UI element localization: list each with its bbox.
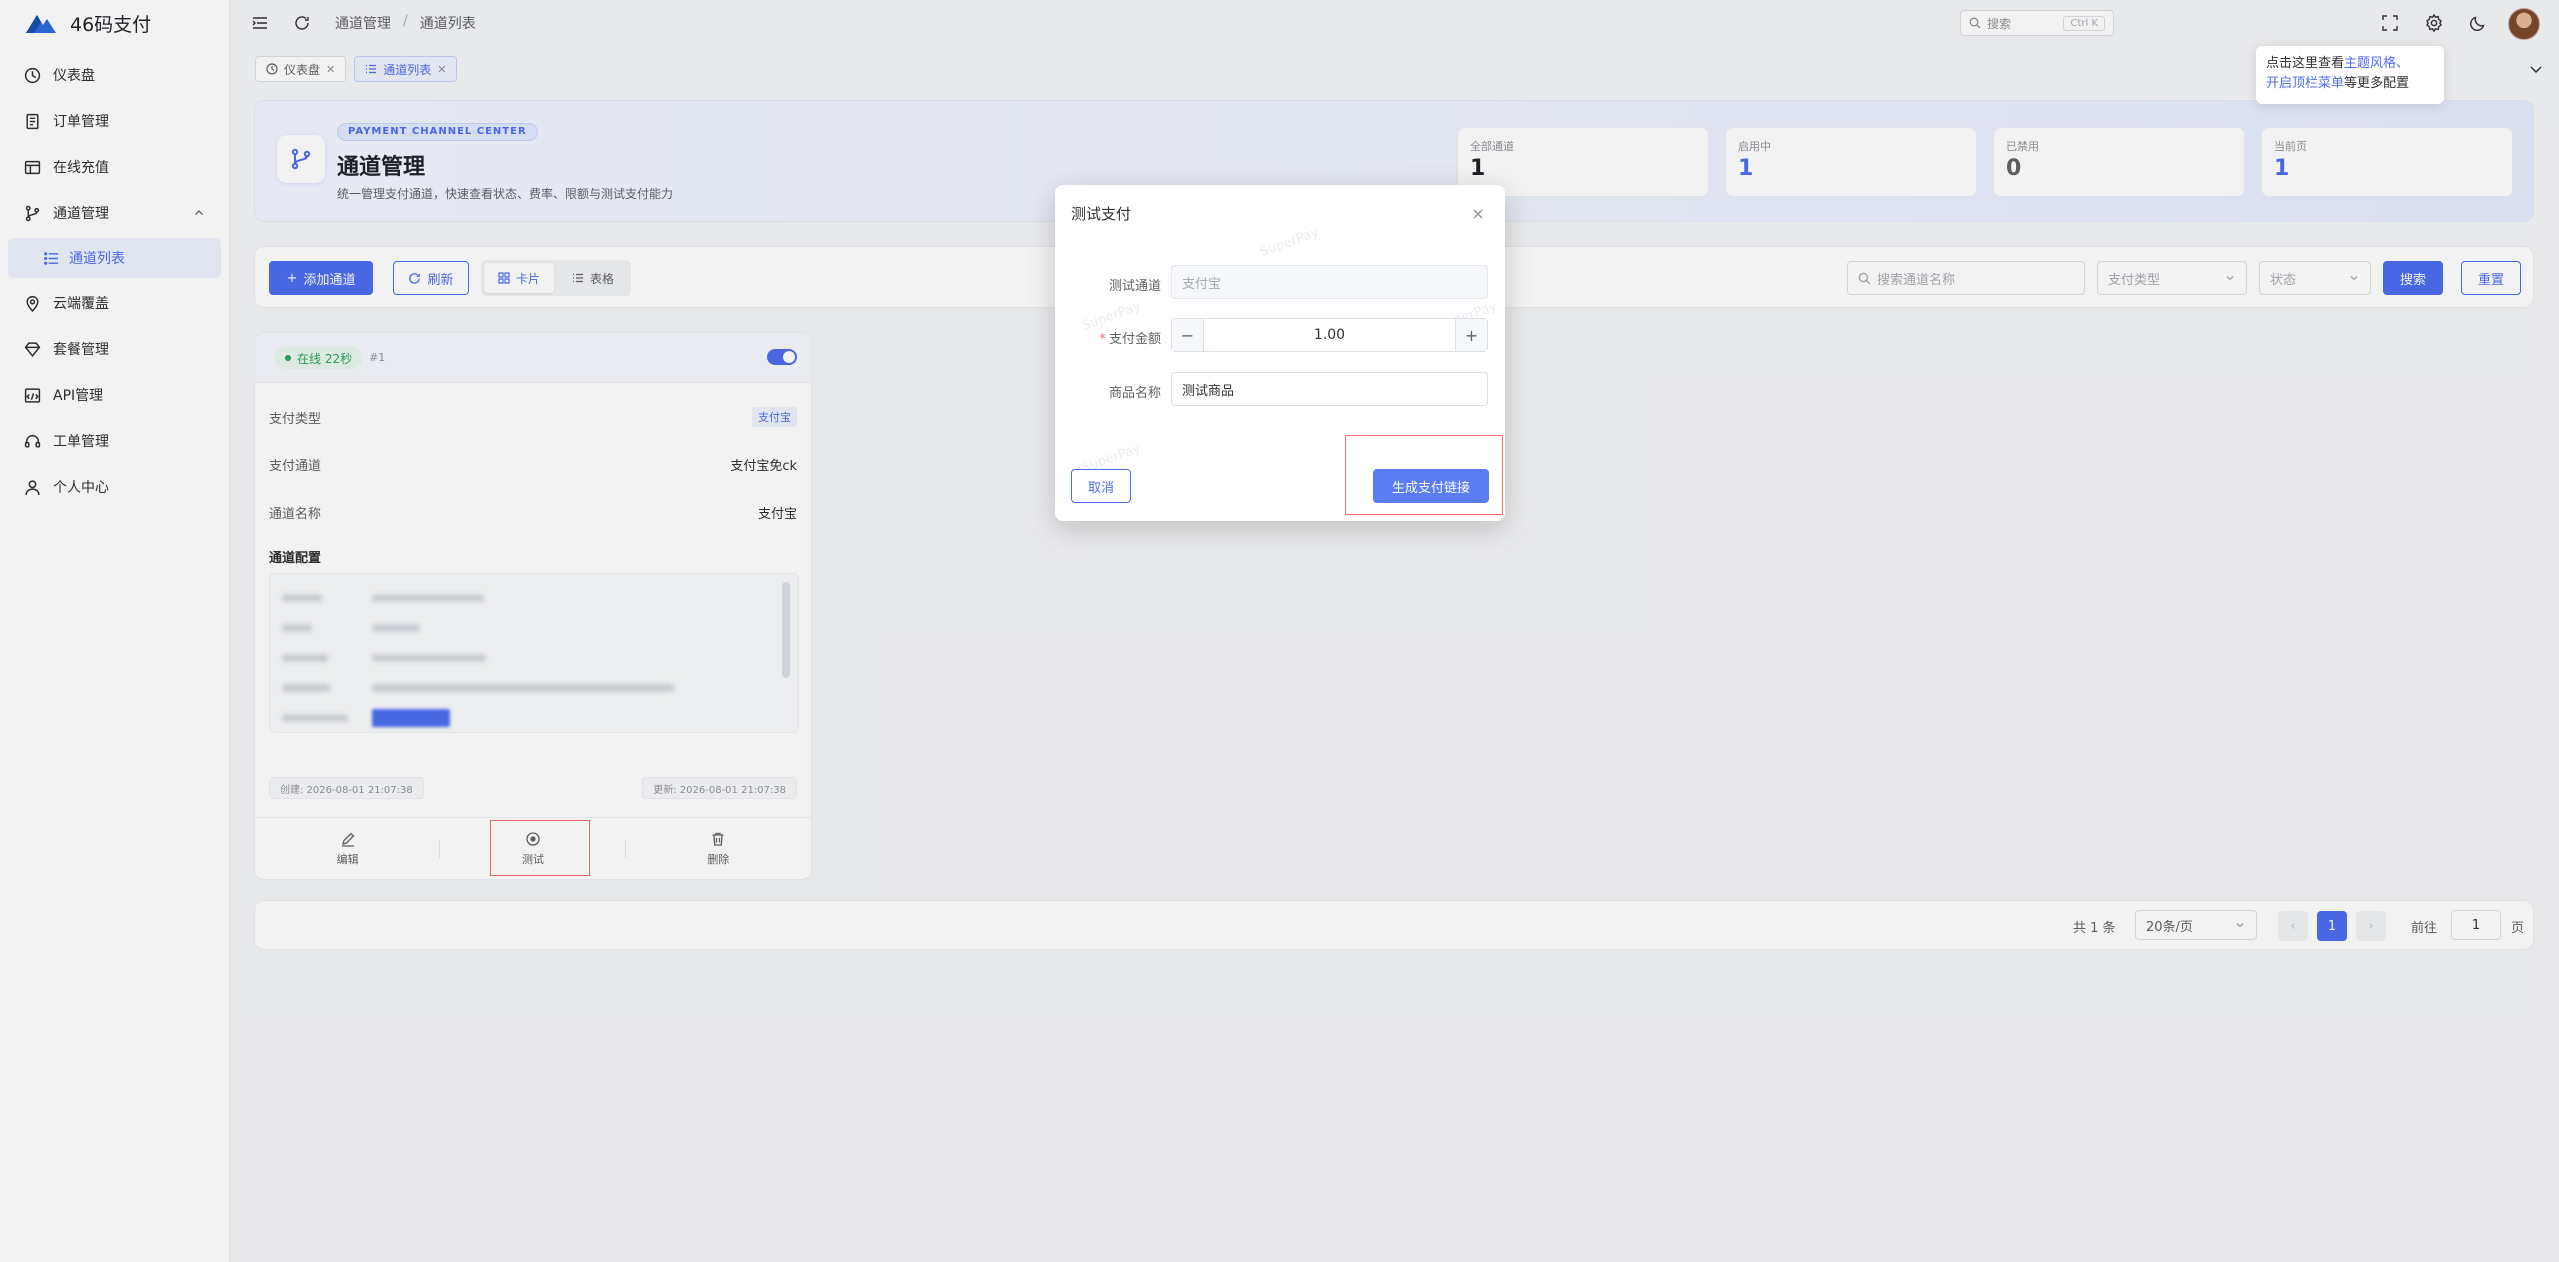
amount-value[interactable]: 1.00	[1204, 319, 1455, 351]
required-asterisk: *	[1099, 332, 1106, 347]
amount-stepper[interactable]: − 1.00 +	[1171, 318, 1488, 352]
amount-increase-button[interactable]: +	[1455, 319, 1487, 351]
test-payment-dialog: 测试支付 SuperPay SuperPay SuperPay SuperPay…	[1055, 185, 1505, 521]
theme-config-tooltip: 点击这里查看主题风格、 开启顶栏菜单等更多配置	[2256, 46, 2444, 104]
tooltip-text: 点击这里查看	[2266, 56, 2345, 71]
cancel-button[interactable]: 取消	[1071, 469, 1131, 503]
watermark-text: SuperPay	[1258, 225, 1321, 260]
close-icon[interactable]	[1471, 207, 1485, 221]
amount-field-label: * 支付金额	[1099, 328, 1161, 347]
amount-decrease-button[interactable]: −	[1172, 319, 1204, 351]
tooltip-text: 等更多配置	[2344, 76, 2410, 91]
tooltip-link-topbar[interactable]: 开启顶栏菜单	[2266, 76, 2344, 91]
amount-field-label-text: 支付金额	[1108, 332, 1161, 347]
dialog-title: 测试支付	[1071, 205, 1132, 223]
generate-payment-link-button[interactable]: 生成支付链接	[1373, 469, 1489, 503]
tooltip-text: 、	[2396, 56, 2410, 71]
channel-field-label: 测试通道	[1108, 279, 1161, 294]
tooltip-link-theme[interactable]: 主题风格	[2344, 56, 2396, 71]
product-field-label: 商品名称	[1108, 386, 1161, 401]
channel-field: 支付宝	[1171, 265, 1488, 299]
product-name-input[interactable]: 测试商品	[1171, 372, 1488, 406]
